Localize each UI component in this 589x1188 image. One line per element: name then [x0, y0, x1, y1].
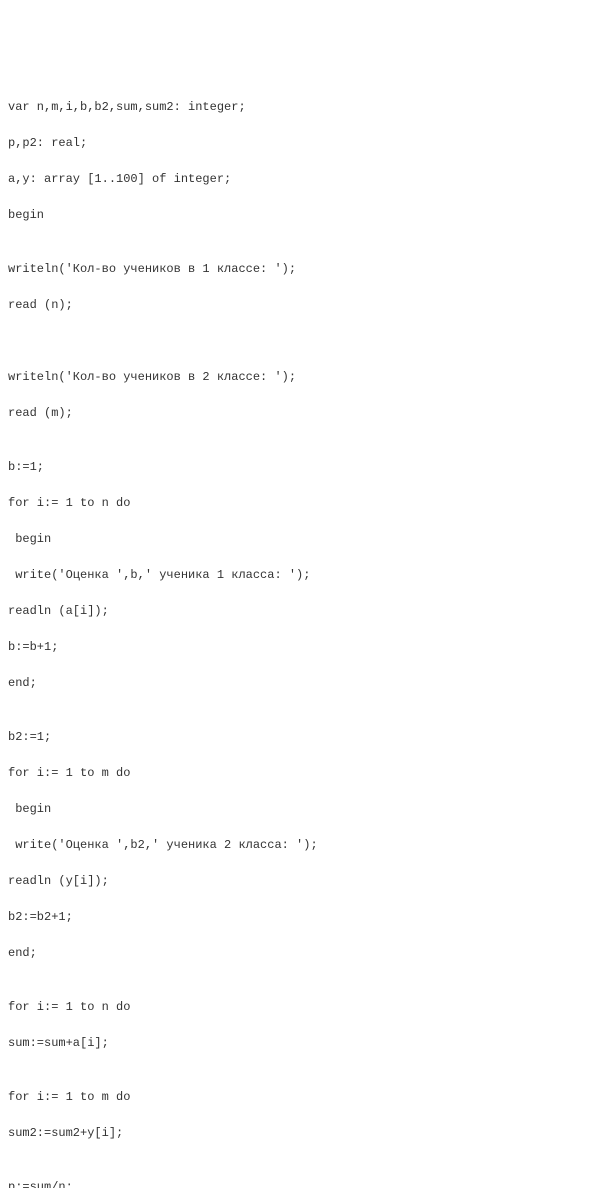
code-line: b2:=1;	[8, 728, 581, 746]
code-line: end;	[8, 674, 581, 692]
code-line: begin	[8, 206, 581, 224]
code-line: end;	[8, 944, 581, 962]
code-line: begin	[8, 530, 581, 548]
code-line: b2:=b2+1;	[8, 908, 581, 926]
code-line: begin	[8, 800, 581, 818]
code-line: writeln('Кол-во учеников в 2 классе: ');	[8, 368, 581, 386]
code-line: sum:=sum+a[i];	[8, 1034, 581, 1052]
code-line: for i:= 1 to n do	[8, 998, 581, 1016]
code-block: var n,m,i,b,b2,sum,sum2: integer; p,p2: …	[8, 80, 581, 1188]
code-line: p:=sum/n;	[8, 1178, 581, 1188]
code-line: b:=1;	[8, 458, 581, 476]
code-line: b:=b+1;	[8, 638, 581, 656]
code-line: for i:= 1 to m do	[8, 764, 581, 782]
code-line: for i:= 1 to m do	[8, 1088, 581, 1106]
code-line: read (n);	[8, 296, 581, 314]
code-line: p,p2: real;	[8, 134, 581, 152]
code-line: a,y: array [1..100] of integer;	[8, 170, 581, 188]
code-line: readln (y[i]);	[8, 872, 581, 890]
code-line: for i:= 1 to n do	[8, 494, 581, 512]
code-line: readln (a[i]);	[8, 602, 581, 620]
code-line: writeln('Кол-во учеников в 1 классе: ');	[8, 260, 581, 278]
code-line: var n,m,i,b,b2,sum,sum2: integer;	[8, 98, 581, 116]
code-line: sum2:=sum2+y[i];	[8, 1124, 581, 1142]
code-line: read (m);	[8, 404, 581, 422]
code-line: write('Оценка ',b,' ученика 1 класса: ')…	[8, 566, 581, 584]
code-line: write('Оценка ',b2,' ученика 2 класса: '…	[8, 836, 581, 854]
